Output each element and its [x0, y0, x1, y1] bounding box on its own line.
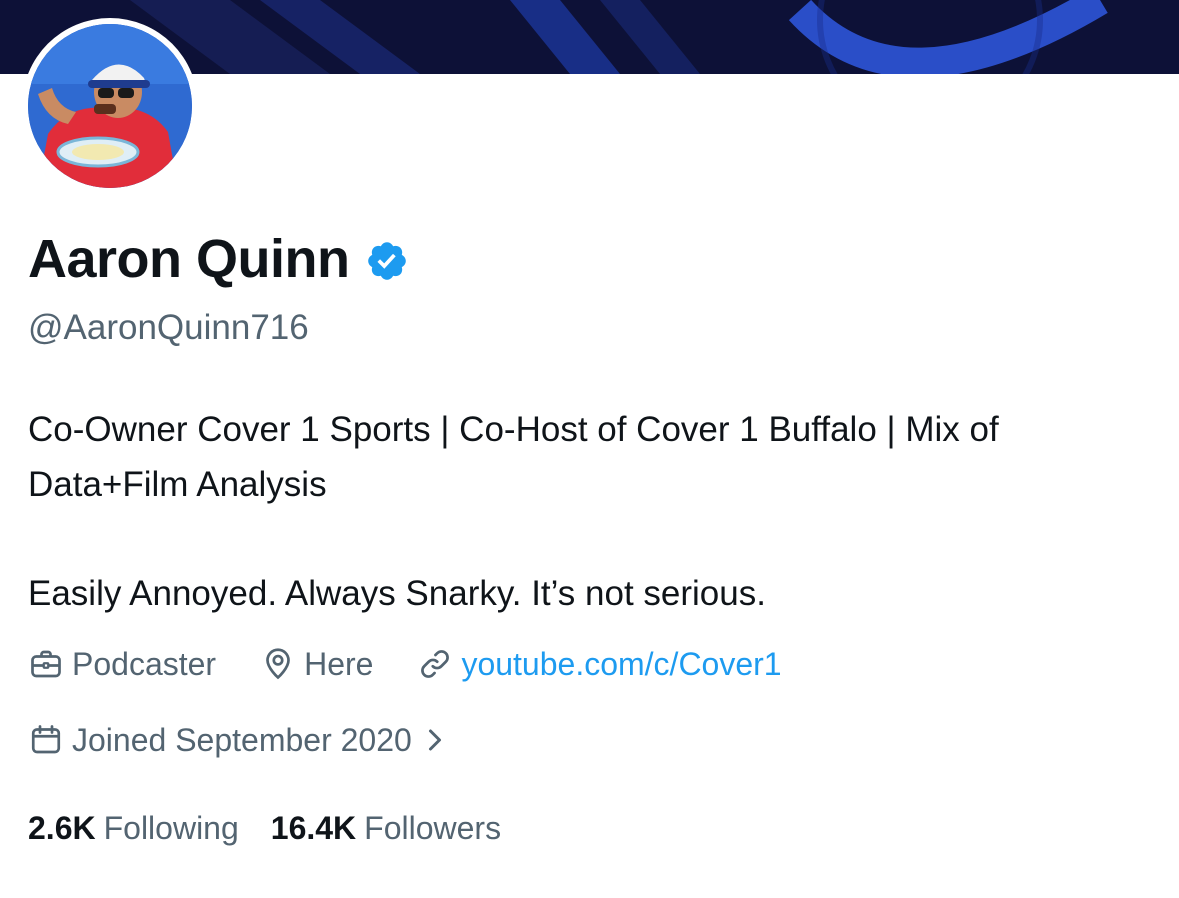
- verified-badge-icon[interactable]: [365, 239, 409, 283]
- profession-item: Podcaster: [28, 646, 216, 683]
- following-stat[interactable]: 2.6K Following: [28, 810, 239, 847]
- joined-date-row[interactable]: Joined September 2020: [28, 718, 454, 762]
- website-link[interactable]: youtube.com/c/Cover1: [461, 646, 781, 683]
- location-label: Here: [304, 645, 374, 682]
- followers-label: Followers: [364, 809, 502, 846]
- profile-handle: @AaronQuinn716: [28, 308, 309, 347]
- joined-label: Joined September 2020: [72, 721, 412, 758]
- display-name: Aaron Quinn: [28, 229, 350, 289]
- bio-line: Easily Annoyed. Always Snarky. It’s not …: [28, 574, 766, 613]
- profile-meta-row: Podcaster Here youtube.com/c/Cover1: [28, 642, 826, 686]
- followers-count: 16.4K: [270, 809, 357, 846]
- following-count: 2.6K: [28, 809, 96, 846]
- briefcase-icon: [31, 650, 61, 678]
- profession-label: Podcaster: [72, 645, 217, 682]
- calendar-icon: [31, 725, 61, 754]
- following-label: Following: [103, 809, 239, 846]
- location-pin-icon: [266, 648, 290, 680]
- follow-stats: 2.6K Following 16.4K Followers: [28, 806, 533, 850]
- profile-page: Aaron Quinn @AaronQuinn716 Co-Owner Cove…: [0, 0, 1179, 898]
- profile-name-row: Aaron Quinn: [28, 226, 409, 292]
- followers-stat[interactable]: 16.4K Followers: [271, 810, 501, 847]
- avatar[interactable]: [22, 18, 198, 194]
- bio-line: Co-Owner Cover 1 Sports | Co-Host of Cov…: [28, 410, 999, 504]
- avatar-image: [28, 24, 192, 188]
- website-item[interactable]: youtube.com/c/Cover1: [417, 646, 782, 683]
- profile-bio: Co-Owner Cover 1 Sports | Co-Host of Cov…: [28, 402, 1158, 621]
- location-item: Here: [260, 646, 373, 683]
- link-icon: [421, 650, 450, 678]
- chevron-right-icon[interactable]: [424, 725, 446, 755]
